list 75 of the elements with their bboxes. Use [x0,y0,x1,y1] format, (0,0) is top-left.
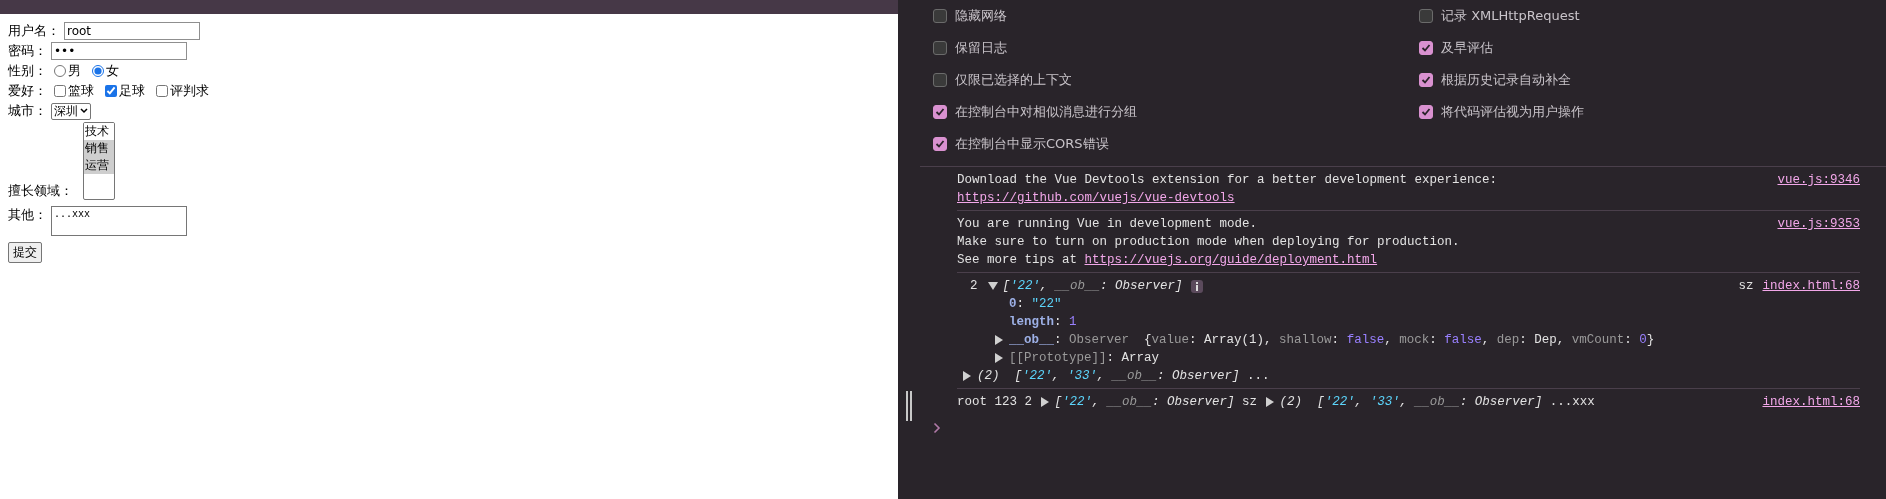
field-label: 城市： [8,102,47,120]
console-text: (2) ['22', '33', __ob__: Observer] ... [977,368,1270,385]
checkbox[interactable] [933,105,947,119]
checkbox[interactable] [156,85,168,97]
option-label: 评判求 [170,82,209,100]
setting-label: 隐藏网络 [955,7,1007,25]
console-text: See more tips at https://vuejs.org/guide/deployment.html [957,252,1378,269]
collapsed-triangle-icon[interactable] [1039,397,1050,407]
list-option[interactable]: 运营 [84,157,114,174]
setting-label: 记录 XMLHttpRequest [1441,7,1580,25]
submit-button[interactable]: 提交 [8,242,42,263]
console-text: length: 1 [1009,314,1077,331]
option-label: 女 [106,62,119,80]
text-input[interactable]: ••• [51,42,187,60]
field-label: 爱好： [8,82,47,100]
collapsed-triangle-icon[interactable] [994,353,1004,363]
setting-label: 根据历史记录自动补全 [1441,71,1571,89]
multi-select-list[interactable]: 技术 销售 运营 [83,122,115,200]
checkbox[interactable] [933,137,947,151]
console-text: ['22', __ob__: Observer] sz [1054,394,1259,411]
resize-handle-icon[interactable] [905,391,913,421]
console-link[interactable]: https://github.com/vuejs/vue-devtools [957,189,1235,207]
list-option[interactable]: 销售 [84,140,114,157]
field-label: 密码： [8,42,47,60]
console-text: [[Prototype]]: Array [1009,350,1160,367]
setting-label: 及早评估 [1441,39,1493,57]
checkbox[interactable] [933,41,947,55]
checkbox[interactable] [1419,73,1433,87]
checkbox[interactable] [1419,9,1433,23]
collapsed-triangle-icon[interactable] [994,335,1004,345]
checkbox[interactable] [1419,41,1433,55]
field-label: 用户名： [8,22,60,40]
field-label: 性别： [8,62,47,80]
source-link[interactable]: index.html:68 [1762,393,1860,411]
option-label: 男 [68,62,81,80]
console-text: Download the Vue Devtools extension for a better development experience: [957,172,1498,189]
console-text: root 123 2 [957,394,1033,411]
chevron-down-icon [80,108,88,114]
console-text: sz [1738,278,1754,295]
option-label: 足球 [119,82,145,100]
console-text: You are running Vue in development mode. [957,216,1258,233]
field-label: 擅长领域： [8,182,73,200]
checkbox[interactable] [1419,105,1433,119]
console-text: 0: "22" [1009,296,1062,313]
info-icon [1190,279,1203,293]
list-option[interactable]: 技术 [84,123,114,140]
repeat-count: 2 [970,278,978,295]
source-link[interactable]: index.html:68 [1762,277,1860,295]
radio-button[interactable] [92,65,104,77]
radio-button[interactable] [54,65,66,77]
setting-label: 在控制台中显示CORS错误 [955,135,1109,153]
checkbox[interactable] [933,73,947,87]
console-text: ['22', __ob__: Observer] [1002,278,1183,295]
console-text: (2) ['22', '33', __ob__: Observer] ...xxx [1279,394,1595,411]
prompt-chevron-icon [933,422,941,434]
collapsed-triangle-icon[interactable] [1264,397,1275,407]
console-text: __ob__: Observer {value: Array(1), shallow: false, mock: false, dep: Dep, vmCount: 0} [1009,332,1655,349]
option-label: 篮球 [68,82,94,100]
text-area[interactable]: ...xxx [51,206,187,236]
field-label: 其他： [8,206,47,224]
setting-label: 将代码评估视为用户操作 [1441,103,1584,121]
console-link[interactable]: https://vuejs.org/guide/deployment.html [1084,253,1378,267]
expanded-triangle-icon[interactable] [987,281,998,291]
text-input[interactable]: root [64,22,200,40]
setting-label: 保留日志 [955,39,1007,57]
setting-label: 在控制台中对相似消息进行分组 [955,103,1137,121]
source-link[interactable]: vue.js:9346 [1777,171,1860,189]
checkbox[interactable] [933,9,947,23]
console-text: Make sure to turn on production mode when deploying for production. [957,234,1460,251]
checkbox[interactable] [54,85,66,97]
collapsed-triangle-icon[interactable] [962,371,972,381]
setting-label: 仅限已选择的上下文 [955,71,1072,89]
checkbox[interactable] [105,85,117,97]
city-select[interactable]: 深圳 [51,102,91,120]
source-link[interactable]: vue.js:9353 [1777,215,1860,233]
